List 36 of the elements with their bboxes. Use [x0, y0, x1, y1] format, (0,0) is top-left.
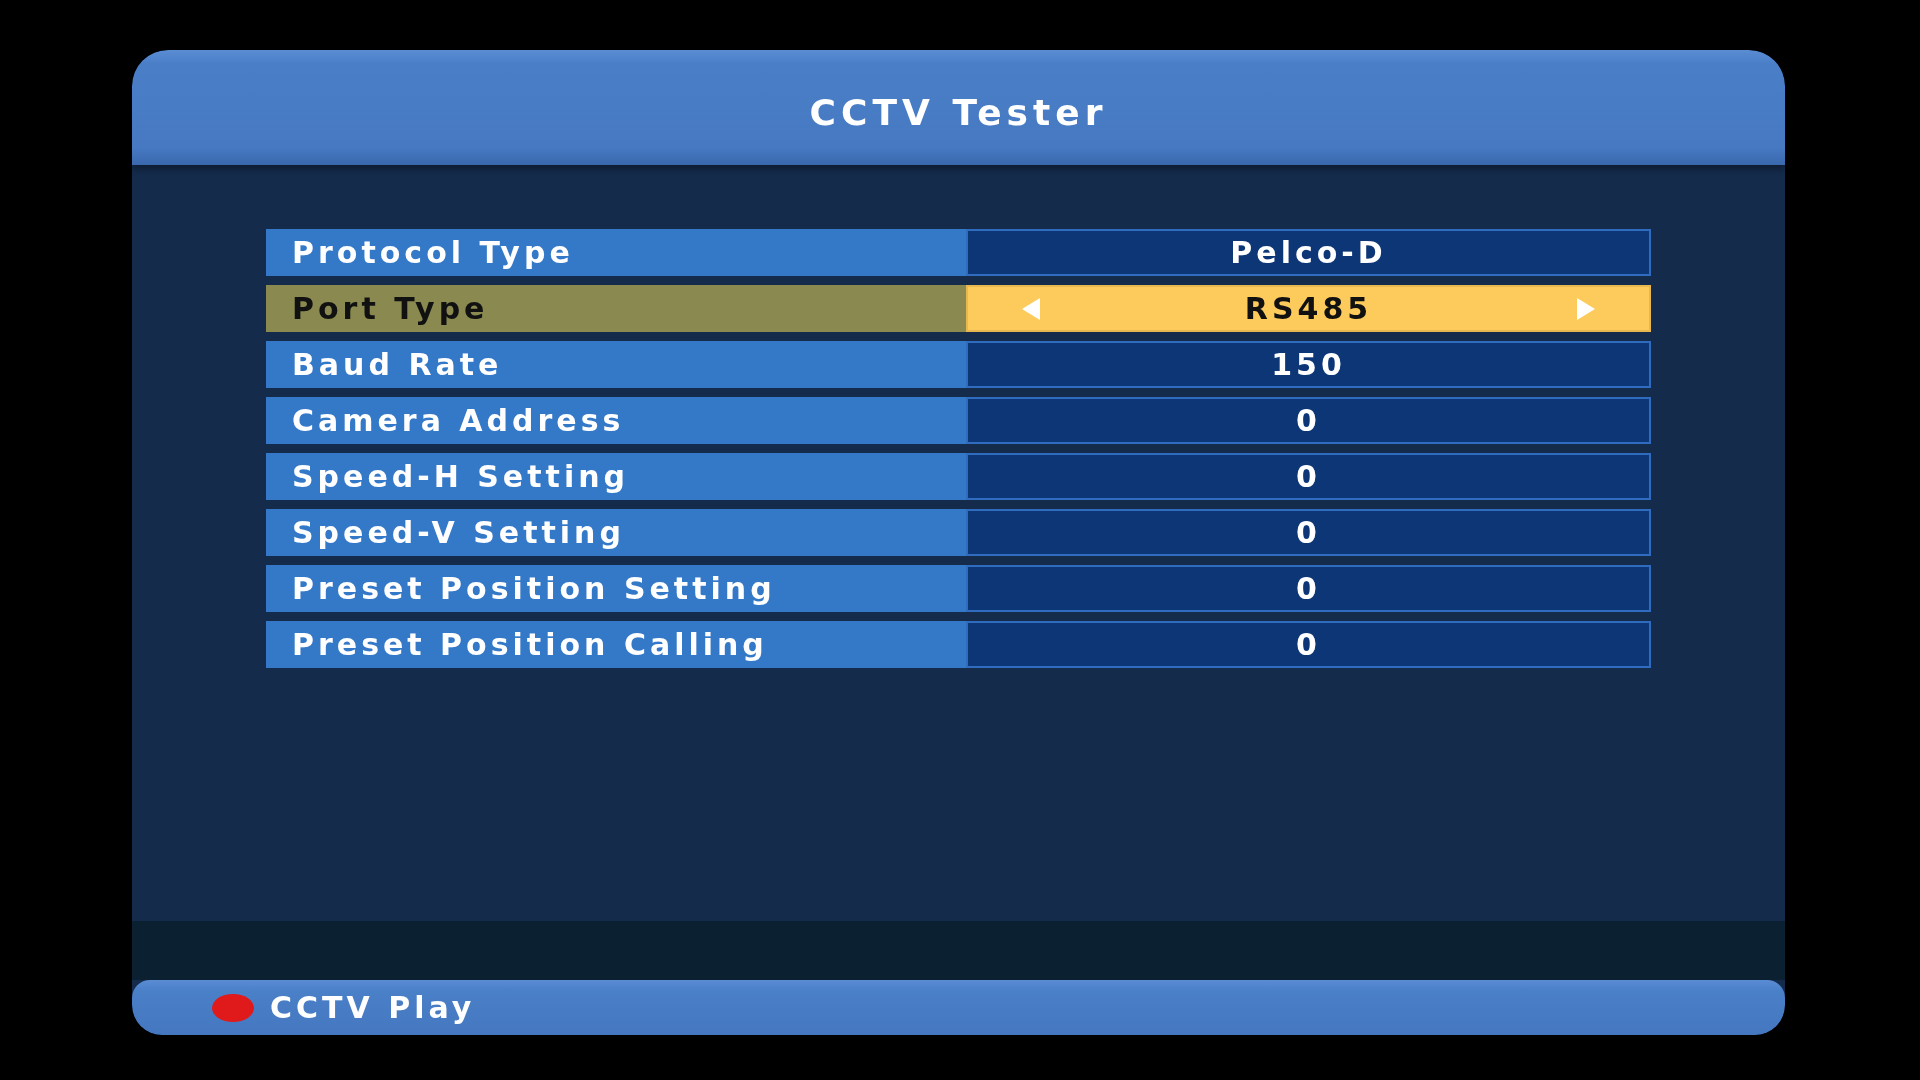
setting-value: 150 [1271, 347, 1346, 382]
setting-value: 0 [1296, 627, 1321, 662]
setting-value: 0 [1296, 403, 1321, 438]
setting-label: Baud Rate [291, 347, 504, 382]
value-field[interactable]: 150 [966, 341, 1651, 388]
setting-label: Camera Address [291, 403, 626, 438]
setting-value: 0 [1296, 459, 1321, 494]
value-field[interactable]: 0 [966, 565, 1651, 612]
menu-row[interactable]: Speed-V Setting 0 [266, 509, 1651, 556]
menu-row[interactable]: Protocol Type Pelco-D [266, 229, 1651, 276]
menu-row[interactable]: Speed-H Setting 0 [266, 453, 1651, 500]
menu-row[interactable]: Baud Rate 150 [266, 341, 1651, 388]
setting-value: 0 [1296, 515, 1321, 550]
menu-row[interactable]: Port Type RS485 [266, 285, 1651, 332]
setting-label: Port Type [291, 291, 490, 326]
value-field[interactable]: 0 [966, 621, 1651, 668]
value-field[interactable]: 0 [966, 453, 1651, 500]
setting-value: 0 [1296, 571, 1321, 606]
setting-label: Protocol Type [291, 235, 575, 270]
hint-label: CCTV Play [270, 990, 476, 1025]
value-field[interactable]: RS485 [966, 285, 1651, 332]
menu-row[interactable]: Camera Address 0 [266, 397, 1651, 444]
setting-label: Speed-V Setting [291, 515, 626, 550]
value-field[interactable]: 0 [966, 397, 1651, 444]
menu-row[interactable]: Preset Position Calling 0 [266, 621, 1651, 668]
setting-label: Preset Position Setting [291, 571, 777, 606]
setting-label: Preset Position Calling [291, 627, 769, 662]
window-title: CCTV Tester [809, 91, 1108, 133]
setting-value: Pelco-D [1230, 235, 1387, 270]
setting-label: Speed-H Setting [291, 459, 630, 494]
setting-value: RS485 [1244, 291, 1373, 326]
right-arrow-icon[interactable] [1577, 297, 1595, 320]
menu-row[interactable]: Preset Position Setting 0 [266, 565, 1651, 612]
left-arrow-icon[interactable] [1022, 297, 1040, 320]
value-field[interactable]: Pelco-D [966, 229, 1651, 276]
value-field[interactable]: 0 [966, 509, 1651, 556]
